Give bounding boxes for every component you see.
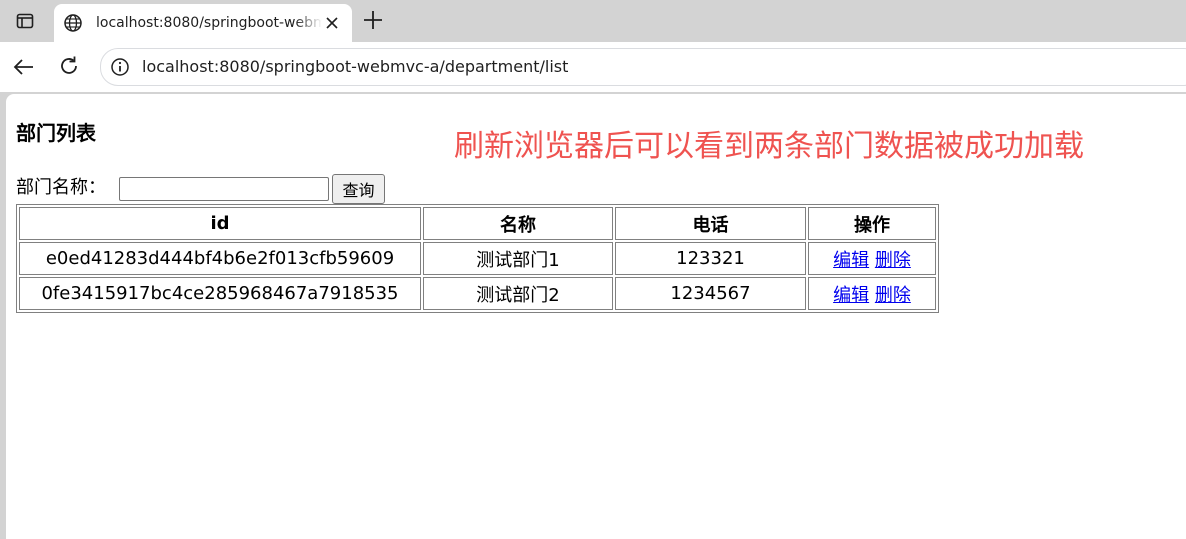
cell-name: 测试部门1 (423, 242, 613, 275)
close-tab-icon[interactable] (324, 15, 340, 31)
edit-link[interactable]: 编辑 (833, 250, 869, 271)
page-title: 部门列表 (16, 121, 96, 145)
delete-link[interactable]: 删除 (875, 250, 911, 271)
annotation-text: 刷新浏览器后可以看到两条部门数据被成功加载 (454, 129, 1084, 164)
header-operations: 操作 (808, 207, 936, 240)
department-table: id 名称 电话 操作 e0ed41283d444bf4b6e2f013cfb5… (16, 204, 939, 313)
department-name-input[interactable] (119, 177, 329, 201)
cell-operations: 编辑 删除 (808, 277, 936, 310)
page-viewport: 部门列表 刷新浏览器后可以看到两条部门数据被成功加载 部门名称： 查询 id 名… (6, 94, 1186, 539)
cell-id: e0ed41283d444bf4b6e2f013cfb59609 (19, 242, 421, 275)
table-header-row: id 名称 电话 操作 (19, 207, 936, 240)
cell-name: 测试部门2 (423, 277, 613, 310)
cell-id: 0fe3415917bc4ce285968467a7918535 (19, 277, 421, 310)
table-row: 0fe3415917bc4ce285968467a7918535 测试部门2 1… (19, 277, 936, 310)
header-name: 名称 (423, 207, 613, 240)
globe-icon (64, 14, 82, 32)
tab-actions-icon (16, 13, 34, 29)
search-button[interactable]: 查询 (332, 174, 385, 204)
reload-icon[interactable] (57, 54, 81, 78)
back-arrow-icon[interactable] (12, 55, 36, 79)
browser-toolbar: localhost:8080/springboot-webmvc-a/depar… (0, 42, 1186, 92)
header-phone: 电话 (615, 207, 806, 240)
table-row: e0ed41283d444bf4b6e2f013cfb59609 测试部门1 1… (19, 242, 936, 275)
cell-operations: 编辑 删除 (808, 242, 936, 275)
cell-phone: 123321 (615, 242, 806, 275)
tab-strip: localhost:8080/springboot-webmvc-a/depar… (0, 0, 1186, 42)
address-bar[interactable]: localhost:8080/springboot-webmvc-a/depar… (100, 48, 1186, 86)
tab-actions-button[interactable] (8, 6, 42, 36)
department-name-label: 部门名称： (16, 177, 106, 198)
tab-title: localhost:8080/springboot-webmvc-a/depar… (96, 15, 322, 31)
new-tab-icon[interactable] (361, 8, 385, 32)
delete-link[interactable]: 删除 (875, 285, 911, 306)
address-bar-url[interactable]: localhost:8080/springboot-webmvc-a/depar… (142, 57, 568, 77)
site-info-icon[interactable] (110, 57, 130, 77)
header-id: id (19, 207, 421, 240)
browser-tab[interactable]: localhost:8080/springboot-webmvc-a/depar… (54, 4, 352, 42)
edit-link[interactable]: 编辑 (833, 285, 869, 306)
cell-phone: 1234567 (615, 277, 806, 310)
